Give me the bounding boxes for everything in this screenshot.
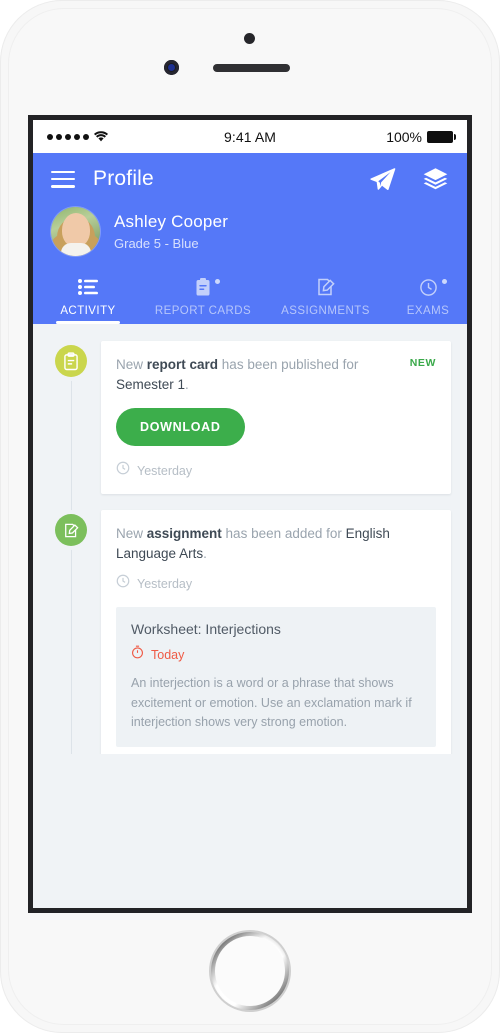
clock-icon [419, 276, 447, 298]
msg-subject: Semester 1 [116, 376, 186, 392]
stopwatch-icon [131, 645, 144, 664]
timestamp-label: Yesterday [137, 576, 193, 591]
card-message: New assignment has been added for Englis… [116, 524, 436, 563]
status-badge: NEW [409, 357, 436, 369]
tab-assignments[interactable]: ASSIGNMENTS [263, 272, 388, 324]
paper-plane-icon[interactable] [369, 166, 396, 193]
header-toolbar: Profile [33, 153, 467, 205]
msg-bold: assignment [146, 526, 222, 542]
activity-feed[interactable]: New report card has been published for S… [33, 324, 467, 754]
tab-label: ACTIVITY [60, 305, 116, 317]
card-timestamp: Yesterday [116, 461, 436, 480]
msg-pre: New [116, 357, 147, 372]
card-header: New report card has been published for S… [116, 355, 436, 394]
profile-meta: Ashley Cooper Grade 5 - Blue [114, 212, 228, 251]
list-icon [78, 276, 98, 298]
assignment-due: Today [131, 645, 421, 664]
assignment-detail: Worksheet: Interjections Today An interj… [116, 607, 436, 748]
wifi-icon [94, 131, 108, 142]
feed-node-assignment [55, 514, 87, 547]
tab-exams[interactable]: EXAMS [388, 272, 467, 324]
tab-label: EXAMS [406, 305, 450, 317]
profile-name: Ashley Cooper [114, 212, 229, 231]
tab-label: ASSIGNMENTS [281, 305, 370, 317]
msg-pre: New [116, 526, 147, 542]
clipboard-icon [195, 276, 220, 298]
tab-badge-dot [441, 279, 447, 284]
profile-grade: Grade 5 - Blue [114, 236, 199, 251]
header-actions [369, 166, 449, 193]
msg-bold: report card [146, 357, 219, 372]
edit-document-icon [316, 276, 336, 298]
earpiece-speaker [213, 64, 290, 72]
assignment-title: Worksheet: Interjections [131, 621, 281, 638]
activity-card-assignment[interactable]: New assignment has been added for Englis… [101, 510, 451, 754]
avatar [51, 207, 100, 256]
app-header: Profile Ashley Cooper Grade 5 - Blue ACT… [33, 153, 467, 324]
msg-post: . [203, 545, 207, 561]
status-bar: 9:41 AM 100% [33, 120, 467, 153]
download-button[interactable]: DOWNLOAD [116, 408, 245, 447]
status-bar-left [47, 131, 224, 142]
tab-bar: ACTIVITY REPORT CARDS ASSIGNMENTS EXAMS [33, 272, 467, 324]
list-item: New assignment has been added for Englis… [33, 510, 467, 754]
tab-badge-dot [215, 279, 220, 284]
card-message: New report card has been published for S… [116, 355, 402, 394]
battery-percent-label: 100% [386, 128, 423, 145]
tab-report-cards[interactable]: REPORT CARDS [143, 272, 263, 324]
msg-mid: has been published for [218, 357, 359, 372]
card-timestamp: Yesterday [116, 574, 436, 593]
front-camera-icon [164, 60, 179, 75]
layers-icon[interactable] [422, 166, 449, 193]
msg-mid: has been added for [221, 526, 346, 542]
assignment-description: An interjection is a word or a phrase th… [131, 676, 412, 729]
list-item: New report card has been published for S… [33, 341, 467, 495]
signal-strength-icon [47, 133, 89, 140]
due-label: Today [151, 647, 185, 662]
clock-icon [116, 461, 130, 480]
phone-frame: 9:41 AM 100% Profile Ashley Cooper Grade… [0, 0, 500, 1033]
proximity-sensor-icon [244, 33, 255, 44]
status-bar-time: 9:41 AM [223, 128, 277, 145]
page-title: Profile [93, 167, 154, 190]
phone-screen: 9:41 AM 100% Profile Ashley Cooper Grade… [33, 120, 467, 908]
msg-post: . [185, 376, 189, 392]
timestamp-label: Yesterday [137, 463, 193, 478]
status-bar-right: 100% [276, 128, 457, 145]
tab-label: REPORT CARDS [154, 305, 252, 317]
clock-icon [116, 574, 130, 593]
activity-card-report-card[interactable]: New report card has been published for S… [101, 341, 451, 495]
battery-icon [427, 130, 457, 143]
profile-summary[interactable]: Ashley Cooper Grade 5 - Blue [33, 205, 467, 272]
tab-activity[interactable]: ACTIVITY [33, 272, 143, 324]
feed-node-report-card [55, 345, 87, 377]
hamburger-menu-icon[interactable] [51, 170, 75, 188]
home-button[interactable] [211, 932, 289, 1010]
